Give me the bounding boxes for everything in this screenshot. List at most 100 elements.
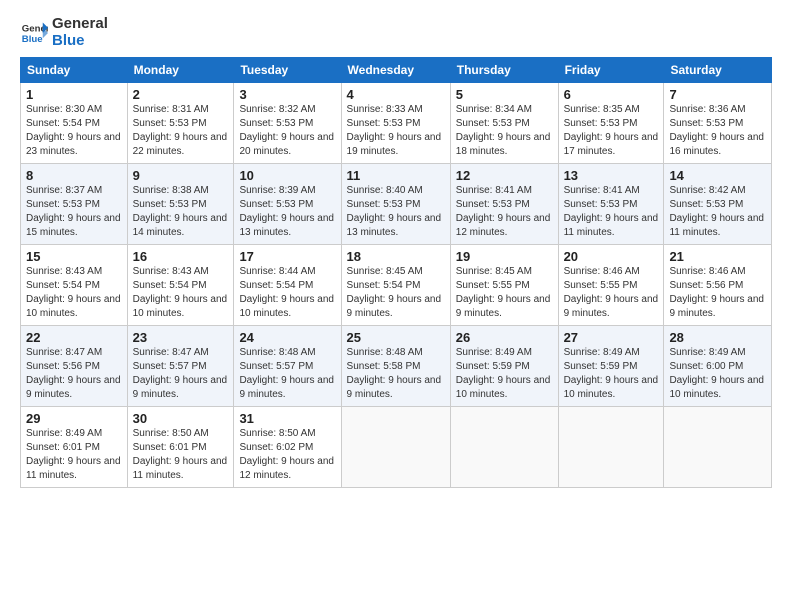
- day-info: Sunrise: 8:45 AMSunset: 5:55 PMDaylight:…: [456, 265, 553, 321]
- day-info: Sunrise: 8:36 AMSunset: 5:53 PMDaylight:…: [669, 103, 766, 159]
- calendar-cell: 11Sunrise: 8:40 AMSunset: 5:53 PMDayligh…: [341, 164, 450, 245]
- day-number: 6: [564, 87, 659, 102]
- day-info: Sunrise: 8:50 AMSunset: 6:02 PMDaylight:…: [239, 427, 335, 483]
- day-number: 20: [564, 249, 659, 264]
- day-number: 23: [133, 330, 229, 345]
- calendar-cell: 18Sunrise: 8:45 AMSunset: 5:54 PMDayligh…: [341, 245, 450, 326]
- day-number: 9: [133, 168, 229, 183]
- day-number: 22: [26, 330, 122, 345]
- day-number: 26: [456, 330, 553, 345]
- day-info: Sunrise: 8:48 AMSunset: 5:57 PMDaylight:…: [239, 346, 335, 402]
- header: General Blue General Blue: [20, 16, 772, 49]
- day-info: Sunrise: 8:47 AMSunset: 5:56 PMDaylight:…: [26, 346, 122, 402]
- weekday-header-monday: Monday: [127, 58, 234, 83]
- calendar-week-row: 15Sunrise: 8:43 AMSunset: 5:54 PMDayligh…: [21, 245, 772, 326]
- calendar-cell: 8Sunrise: 8:37 AMSunset: 5:53 PMDaylight…: [21, 164, 128, 245]
- day-info: Sunrise: 8:50 AMSunset: 6:01 PMDaylight:…: [133, 427, 229, 483]
- calendar-cell: 26Sunrise: 8:49 AMSunset: 5:59 PMDayligh…: [450, 326, 558, 407]
- day-info: Sunrise: 8:44 AMSunset: 5:54 PMDaylight:…: [239, 265, 335, 321]
- day-info: Sunrise: 8:33 AMSunset: 5:53 PMDaylight:…: [347, 103, 445, 159]
- logo: General Blue General Blue: [20, 16, 108, 49]
- day-info: Sunrise: 8:49 AMSunset: 6:00 PMDaylight:…: [669, 346, 766, 402]
- day-number: 4: [347, 87, 445, 102]
- calendar-cell: [341, 407, 450, 488]
- day-info: Sunrise: 8:45 AMSunset: 5:54 PMDaylight:…: [347, 265, 445, 321]
- day-info: Sunrise: 8:30 AMSunset: 5:54 PMDaylight:…: [26, 103, 122, 159]
- logo-icon: General Blue: [20, 19, 48, 47]
- day-number: 17: [239, 249, 335, 264]
- weekday-header-friday: Friday: [558, 58, 664, 83]
- calendar-cell: 30Sunrise: 8:50 AMSunset: 6:01 PMDayligh…: [127, 407, 234, 488]
- day-number: 10: [239, 168, 335, 183]
- calendar-cell: 14Sunrise: 8:42 AMSunset: 5:53 PMDayligh…: [664, 164, 772, 245]
- page-container: General Blue General Blue SundayMondayTu…: [0, 0, 792, 498]
- weekday-header-sunday: Sunday: [21, 58, 128, 83]
- day-info: Sunrise: 8:40 AMSunset: 5:53 PMDaylight:…: [347, 184, 445, 240]
- weekday-header-row: SundayMondayTuesdayWednesdayThursdayFrid…: [21, 58, 772, 83]
- calendar-cell: 15Sunrise: 8:43 AMSunset: 5:54 PMDayligh…: [21, 245, 128, 326]
- day-info: Sunrise: 8:49 AMSunset: 6:01 PMDaylight:…: [26, 427, 122, 483]
- day-info: Sunrise: 8:35 AMSunset: 5:53 PMDaylight:…: [564, 103, 659, 159]
- calendar-cell: 25Sunrise: 8:48 AMSunset: 5:58 PMDayligh…: [341, 326, 450, 407]
- calendar-cell: 31Sunrise: 8:50 AMSunset: 6:02 PMDayligh…: [234, 407, 341, 488]
- day-number: 18: [347, 249, 445, 264]
- day-number: 8: [26, 168, 122, 183]
- day-number: 5: [456, 87, 553, 102]
- calendar-cell: 2Sunrise: 8:31 AMSunset: 5:53 PMDaylight…: [127, 83, 234, 164]
- weekday-header-thursday: Thursday: [450, 58, 558, 83]
- day-number: 3: [239, 87, 335, 102]
- day-info: Sunrise: 8:42 AMSunset: 5:53 PMDaylight:…: [669, 184, 766, 240]
- day-number: 16: [133, 249, 229, 264]
- calendar-cell: 9Sunrise: 8:38 AMSunset: 5:53 PMDaylight…: [127, 164, 234, 245]
- calendar-week-row: 22Sunrise: 8:47 AMSunset: 5:56 PMDayligh…: [21, 326, 772, 407]
- day-number: 1: [26, 87, 122, 102]
- day-number: 14: [669, 168, 766, 183]
- calendar-cell: 19Sunrise: 8:45 AMSunset: 5:55 PMDayligh…: [450, 245, 558, 326]
- day-info: Sunrise: 8:46 AMSunset: 5:55 PMDaylight:…: [564, 265, 659, 321]
- calendar-week-row: 29Sunrise: 8:49 AMSunset: 6:01 PMDayligh…: [21, 407, 772, 488]
- day-number: 2: [133, 87, 229, 102]
- calendar-cell: 1Sunrise: 8:30 AMSunset: 5:54 PMDaylight…: [21, 83, 128, 164]
- day-number: 28: [669, 330, 766, 345]
- calendar-cell: 20Sunrise: 8:46 AMSunset: 5:55 PMDayligh…: [558, 245, 664, 326]
- calendar-cell: 6Sunrise: 8:35 AMSunset: 5:53 PMDaylight…: [558, 83, 664, 164]
- day-number: 21: [669, 249, 766, 264]
- svg-text:Blue: Blue: [22, 33, 43, 44]
- day-number: 25: [347, 330, 445, 345]
- day-info: Sunrise: 8:49 AMSunset: 5:59 PMDaylight:…: [456, 346, 553, 402]
- calendar-cell: 4Sunrise: 8:33 AMSunset: 5:53 PMDaylight…: [341, 83, 450, 164]
- calendar-cell: 17Sunrise: 8:44 AMSunset: 5:54 PMDayligh…: [234, 245, 341, 326]
- day-number: 19: [456, 249, 553, 264]
- calendar-cell: 13Sunrise: 8:41 AMSunset: 5:53 PMDayligh…: [558, 164, 664, 245]
- calendar-cell: 5Sunrise: 8:34 AMSunset: 5:53 PMDaylight…: [450, 83, 558, 164]
- calendar-cell: [558, 407, 664, 488]
- day-number: 30: [133, 411, 229, 426]
- calendar-cell: [450, 407, 558, 488]
- day-info: Sunrise: 8:41 AMSunset: 5:53 PMDaylight:…: [564, 184, 659, 240]
- day-info: Sunrise: 8:41 AMSunset: 5:53 PMDaylight:…: [456, 184, 553, 240]
- calendar-cell: 24Sunrise: 8:48 AMSunset: 5:57 PMDayligh…: [234, 326, 341, 407]
- day-number: 12: [456, 168, 553, 183]
- weekday-header-wednesday: Wednesday: [341, 58, 450, 83]
- calendar-cell: 12Sunrise: 8:41 AMSunset: 5:53 PMDayligh…: [450, 164, 558, 245]
- calendar-cell: 21Sunrise: 8:46 AMSunset: 5:56 PMDayligh…: [664, 245, 772, 326]
- day-number: 24: [239, 330, 335, 345]
- day-info: Sunrise: 8:48 AMSunset: 5:58 PMDaylight:…: [347, 346, 445, 402]
- day-info: Sunrise: 8:32 AMSunset: 5:53 PMDaylight:…: [239, 103, 335, 159]
- day-number: 11: [347, 168, 445, 183]
- calendar-cell: 10Sunrise: 8:39 AMSunset: 5:53 PMDayligh…: [234, 164, 341, 245]
- day-number: 15: [26, 249, 122, 264]
- calendar-week-row: 8Sunrise: 8:37 AMSunset: 5:53 PMDaylight…: [21, 164, 772, 245]
- day-number: 13: [564, 168, 659, 183]
- calendar-cell: 3Sunrise: 8:32 AMSunset: 5:53 PMDaylight…: [234, 83, 341, 164]
- logo-line1: General: [52, 16, 108, 33]
- day-info: Sunrise: 8:31 AMSunset: 5:53 PMDaylight:…: [133, 103, 229, 159]
- day-number: 27: [564, 330, 659, 345]
- day-number: 7: [669, 87, 766, 102]
- day-info: Sunrise: 8:37 AMSunset: 5:53 PMDaylight:…: [26, 184, 122, 240]
- calendar-table: SundayMondayTuesdayWednesdayThursdayFrid…: [20, 57, 772, 488]
- calendar-cell: 28Sunrise: 8:49 AMSunset: 6:00 PMDayligh…: [664, 326, 772, 407]
- day-info: Sunrise: 8:43 AMSunset: 5:54 PMDaylight:…: [26, 265, 122, 321]
- calendar-week-row: 1Sunrise: 8:30 AMSunset: 5:54 PMDaylight…: [21, 83, 772, 164]
- calendar-cell: 22Sunrise: 8:47 AMSunset: 5:56 PMDayligh…: [21, 326, 128, 407]
